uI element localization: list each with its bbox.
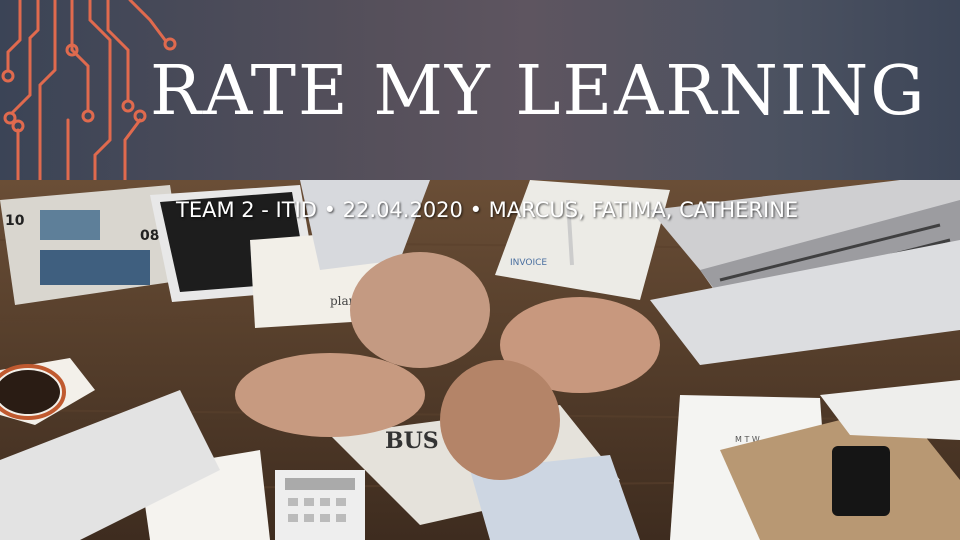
slide: RATE MY LEARNING 10 08 plan INVOICE BUS …: [0, 0, 960, 540]
svg-text:10: 10: [5, 213, 25, 229]
invoice-text: INVOICE: [510, 258, 547, 268]
slide-subtitle: TEAM 2 - ITID • 22.04.2020 • MARCUS, FAT…: [176, 198, 799, 222]
slide-title: RATE MY LEARNING: [150, 52, 927, 131]
desk-photo-illustration: 10 08 plan INVOICE BUS M T W: [0, 180, 960, 540]
svg-text:08: 08: [140, 228, 159, 244]
smartphone: [832, 446, 890, 516]
business-text: BUS: [385, 428, 439, 454]
calculator: [275, 470, 365, 540]
title-banner: RATE MY LEARNING: [0, 0, 960, 180]
background-photo: 10 08 plan INVOICE BUS M T W: [0, 180, 960, 540]
